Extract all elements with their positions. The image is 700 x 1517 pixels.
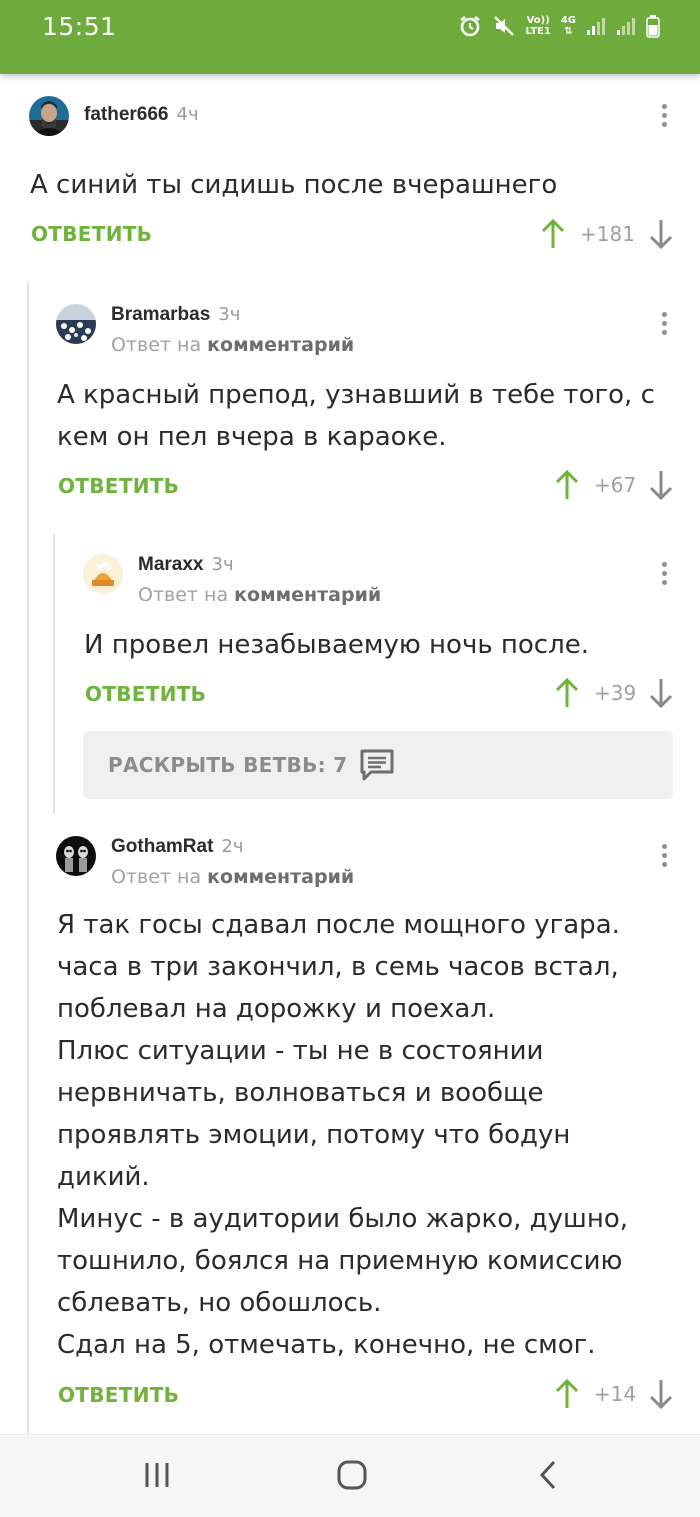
signal-icon-2	[617, 18, 635, 35]
network-label-bottom: LTE1	[525, 26, 551, 37]
expand-branch-button[interactable]: РАСКРЫТЬ ВЕТВЬ: 7	[83, 731, 673, 799]
reply-button[interactable]: ОТВЕТИТЬ	[58, 1383, 179, 1407]
downvote-arrow-icon[interactable]	[648, 1378, 674, 1410]
reply-to-line: Ответ на комментарий	[138, 584, 381, 606]
reply-prefix: Ответ на	[111, 334, 202, 356]
status-icons: Vo)) LTE1 4G ⇅	[458, 14, 661, 38]
home-icon[interactable]	[336, 1459, 368, 1491]
username[interactable]: Maraxx 3ч	[138, 554, 234, 576]
avatar[interactable]	[56, 836, 96, 876]
reply-to-line: Ответ на комментарий	[111, 866, 354, 888]
comment-text: И провел незабываемую ночь после.	[84, 630, 589, 660]
more-options-icon[interactable]	[654, 840, 674, 870]
username[interactable]: GothamRat 2ч	[111, 836, 244, 858]
upvote-arrow-icon[interactable]	[554, 677, 580, 709]
comment: Maraxx 3ч Ответ на комментарий И провел н…	[0, 534, 700, 724]
alarm-icon	[459, 15, 480, 37]
comment-time: 4ч	[176, 104, 199, 125]
network-type-indicator: 4G ⇅	[561, 15, 576, 37]
rating-value: +39	[594, 681, 637, 705]
reply-target-link[interactable]: комментарий	[234, 584, 381, 606]
comment: Bramarbas 3ч Ответ на комментарий А красн…	[0, 284, 700, 524]
upvote-arrow-icon[interactable]	[554, 469, 580, 501]
downvote-arrow-icon[interactable]	[648, 677, 674, 709]
username-text[interactable]: Bramarbas	[111, 304, 210, 325]
signal-icon	[587, 18, 605, 35]
downvote-arrow-icon[interactable]	[648, 469, 674, 501]
expand-branch-label: РАСКРЫТЬ ВЕТВЬ: 7	[108, 753, 348, 777]
more-options-icon[interactable]	[654, 558, 674, 588]
username[interactable]: Bramarbas 3ч	[111, 304, 240, 326]
comment-time: 2ч	[221, 836, 244, 857]
username-text[interactable]: GothamRat	[111, 836, 213, 857]
status-bar: 15:51 Vo)) LTE1 4G ⇅	[0, 0, 700, 74]
rating-value: +181	[580, 222, 635, 246]
reply-button[interactable]: ОТВЕТИТЬ	[58, 474, 179, 498]
comment-text: А синий ты сидишь после вчерашнего	[30, 170, 558, 200]
reply-target-link[interactable]: комментарий	[207, 334, 354, 356]
comment-text: Я так госы сдавал после мощного угара. ч…	[57, 910, 628, 1360]
rating-control: +181	[540, 218, 674, 250]
more-options-icon[interactable]	[654, 100, 674, 130]
network-label-top: Vo))	[526, 15, 550, 26]
comment: father666 4ч А синий ты сидишь после вчер…	[0, 74, 700, 264]
mute-icon	[493, 16, 514, 36]
reply-prefix: Ответ на	[111, 866, 202, 888]
rating-value: +14	[594, 1382, 637, 1406]
network-type: 4G	[560, 15, 576, 26]
back-icon[interactable]	[537, 1459, 559, 1491]
username-text[interactable]: Maraxx	[138, 554, 204, 575]
comments-icon	[360, 749, 394, 781]
system-navigation-bar	[0, 1434, 700, 1517]
username[interactable]: father666 4ч	[84, 104, 199, 126]
downvote-arrow-icon[interactable]	[648, 218, 674, 250]
rating-control: +67	[554, 469, 674, 501]
comment-time: 3ч	[211, 554, 234, 575]
reply-button[interactable]: ОТВЕТИТЬ	[85, 682, 206, 706]
comment: GothamRat 2ч Ответ на комментарий Я так г…	[0, 814, 700, 1434]
reply-to-line: Ответ на комментарий	[111, 334, 354, 356]
avatar[interactable]	[56, 304, 96, 344]
battery-icon	[646, 15, 660, 38]
upvote-arrow-icon[interactable]	[540, 218, 566, 250]
avatar[interactable]	[29, 96, 69, 136]
reply-button[interactable]: ОТВЕТИТЬ	[31, 222, 152, 246]
data-arrows-icon: ⇅	[564, 26, 573, 37]
volte-icon: Vo)) LTE1	[526, 15, 551, 37]
upvote-arrow-icon[interactable]	[554, 1378, 580, 1410]
reply-target-link[interactable]: комментарий	[207, 866, 354, 888]
rating-control: +14	[554, 1378, 674, 1410]
reply-prefix: Ответ на	[138, 584, 229, 606]
rating-control: +39	[554, 677, 674, 709]
recent-apps-icon[interactable]	[143, 1460, 171, 1490]
status-time: 15:51	[42, 12, 117, 41]
comments-feed[interactable]: father666 4ч А синий ты сидишь после вчер…	[0, 74, 700, 1434]
avatar[interactable]	[83, 554, 123, 594]
comment-time: 3ч	[218, 304, 241, 325]
comment-text: А красный препод, узнавший в тебе того, …	[57, 380, 655, 452]
rating-value: +67	[594, 473, 637, 497]
more-options-icon[interactable]	[654, 308, 674, 338]
username-text[interactable]: father666	[84, 104, 169, 125]
